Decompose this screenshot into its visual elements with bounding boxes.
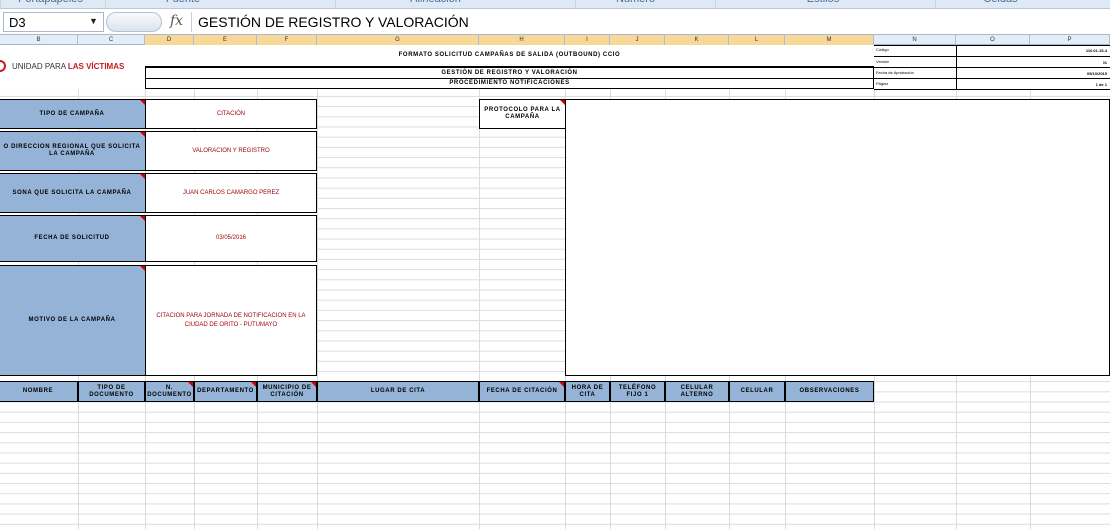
table-header-departamento[interactable]: DEPARTAMENTO (194, 381, 257, 402)
ribbon-group-number[interactable]: Número (575, 0, 695, 8)
meta-divider (874, 78, 1110, 79)
column-header-selected[interactable]: G (317, 35, 479, 45)
table-header-numero-documento[interactable]: N. DOCUMENTO (145, 381, 194, 402)
column-header[interactable]: O (956, 35, 1030, 45)
table-header-text: DEPARTAMENTO (197, 388, 254, 394)
table-header-hora-cita[interactable]: HORA DE CITA (565, 381, 610, 402)
insert-function-icon[interactable]: fx (170, 13, 183, 29)
direccion-label-text: O DIRECCION REGIONAL QUE SOLICITA LA CAM… (3, 144, 141, 157)
column-header-selected[interactable]: M (785, 35, 874, 45)
table-header-fecha-citacion[interactable]: FECHA DE CITACIÓN (479, 381, 565, 402)
column-header-selected[interactable]: J (610, 35, 665, 45)
comment-indicator-icon[interactable] (251, 382, 256, 387)
grid-line (317, 45, 318, 529)
logo-prefix: UNIDAD PARA (12, 61, 68, 71)
column-header-selected[interactable]: K (665, 35, 729, 45)
logo-bold: LAS VÍCTIMAS (67, 61, 125, 71)
fecha-label-text: FECHA DE SOLICITUD (34, 235, 110, 241)
column-header-selected[interactable]: L (729, 35, 785, 45)
protocolo-label-text: PROTOCOLO PARA LA CAMPAÑA (484, 107, 561, 120)
column-header-row: B C D E F G H I J K L M N O P (0, 35, 1110, 45)
table-header-tipo-documento[interactable]: TIPO DE DOCUMENTO (78, 381, 145, 402)
ribbon: Portapapeles Fuente Alineación Número Es… (0, 0, 1110, 9)
motivo-label-text: MOTIVO DE LA CAMPAÑA (28, 317, 116, 323)
table-header-text: MUNICIPIO DE CITACIÓN (262, 384, 312, 398)
table-header-lugar-cita[interactable]: LUGAR DE CITA (317, 381, 479, 402)
column-header[interactable]: P (1030, 35, 1110, 45)
comment-indicator-icon[interactable] (311, 382, 316, 387)
tipo-campana-value[interactable]: CITACIÓN (145, 99, 317, 129)
meta-divider (874, 89, 1110, 90)
table-header-text: N. DOCUMENTO (147, 384, 192, 398)
motivo-value[interactable]: CITACION PARA JORNADA DE NOTIFICACION EN… (145, 265, 317, 376)
table-header-text: FECHA DE CITACIÓN (486, 388, 558, 394)
fecha-value[interactable]: 03/05/2016 (145, 215, 317, 262)
table-header-municipio[interactable]: MUNICIPIO DE CITACIÓN (257, 381, 317, 402)
table-header-observaciones[interactable]: OBSERVACIONES (785, 381, 874, 402)
header-procedure[interactable]: PROCEDIMIENTO NOTIFICACIONES (145, 79, 874, 89)
comment-indicator-icon[interactable] (559, 382, 564, 387)
column-header[interactable]: C (78, 35, 145, 45)
column-header-selected[interactable]: I (565, 35, 610, 45)
persona-value[interactable]: JUAN CARLOS CAMARGO PEREZ (145, 173, 317, 213)
logo-mark-icon (0, 60, 6, 72)
table-header-nombre[interactable]: NOMBRE (0, 381, 78, 402)
chevron-down-icon[interactable]: ▼ (89, 16, 98, 26)
table-header-celular[interactable]: CELULAR (729, 381, 785, 402)
meta-value-approval: 05/10/2015 (1086, 71, 1107, 76)
ribbon-group-cells[interactable]: Celdas (935, 0, 1065, 8)
column-header-selected[interactable]: E (194, 35, 257, 45)
formula-input[interactable]: GESTIÓN DE REGISTRO Y VALORACIÓN (198, 14, 469, 30)
table-header-celular-alterno[interactable]: CELULAR ALTERNO (665, 381, 729, 402)
direccion-value[interactable]: VALORACION Y REGISTRO (145, 131, 317, 171)
formula-bar-resize-handle[interactable] (106, 12, 162, 32)
column-header[interactable]: N (874, 35, 956, 45)
comment-indicator-icon[interactable] (188, 382, 193, 387)
meta-value-code: 110.01.15-4 (1085, 48, 1107, 53)
meta-label-approval: Fecha de Aprobación (876, 70, 914, 75)
meta-divider (874, 67, 1110, 68)
column-header[interactable]: B (0, 35, 78, 45)
tipo-campana-label-text: TIPO DE CAMPAÑA (39, 110, 105, 117)
ribbon-group-font[interactable]: Fuente (105, 0, 260, 8)
ribbon-group-clipboard[interactable]: Portapapeles (0, 0, 100, 8)
formula-bar: D3 ▼ fx GESTIÓN DE REGISTRO Y VALORACIÓN (0, 9, 1110, 35)
meta-label-code: Código (876, 47, 889, 52)
motivo-label[interactable]: MOTIVO DE LA CAMPAÑA (0, 265, 146, 376)
format-title[interactable]: FORMATO SOLICITUD CAMPAÑAS DE SALIDA (OU… (145, 45, 874, 67)
formula-bar-divider (191, 12, 192, 32)
logo: UNIDAD PARA LAS VÍCTIMAS (0, 57, 140, 75)
ribbon-group-styles[interactable]: Estilos (715, 0, 930, 8)
meta-value-page: 1 de 1 (1095, 82, 1107, 87)
ribbon-group-alignment[interactable]: Alineación (335, 0, 535, 8)
meta-divider (956, 45, 957, 89)
protocolo-label[interactable]: PROTOCOLO PARA LA CAMPAÑA (479, 99, 566, 129)
direccion-label[interactable]: O DIRECCION REGIONAL QUE SOLICITA LA CAM… (0, 131, 146, 171)
column-header-selected[interactable]: H (479, 35, 565, 45)
protocolo-textbox[interactable] (565, 99, 1110, 376)
persona-label[interactable]: SONA QUE SOLICITA LA CAMPAÑA (0, 173, 146, 213)
column-header-selected[interactable]: F (257, 35, 317, 45)
tipo-campana-label[interactable]: TIPO DE CAMPAÑA (0, 99, 146, 129)
meta-divider (874, 56, 1110, 57)
column-header-selected[interactable]: D (145, 35, 194, 45)
persona-label-text: SONA QUE SOLICITA LA CAMPAÑA (12, 189, 132, 196)
table-header-telefono[interactable]: TELÉFONO FIJO 1 (610, 381, 665, 402)
meta-value-version: 01 (1102, 60, 1107, 65)
meta-label-page: Página (876, 81, 889, 86)
meta-label-version: Versión (876, 59, 890, 64)
header-subtitle[interactable]: GESTIÓN DE REGISTRO Y VALORACIÓN (145, 67, 874, 79)
fecha-label[interactable]: FECHA DE SOLICITUD (0, 215, 146, 262)
